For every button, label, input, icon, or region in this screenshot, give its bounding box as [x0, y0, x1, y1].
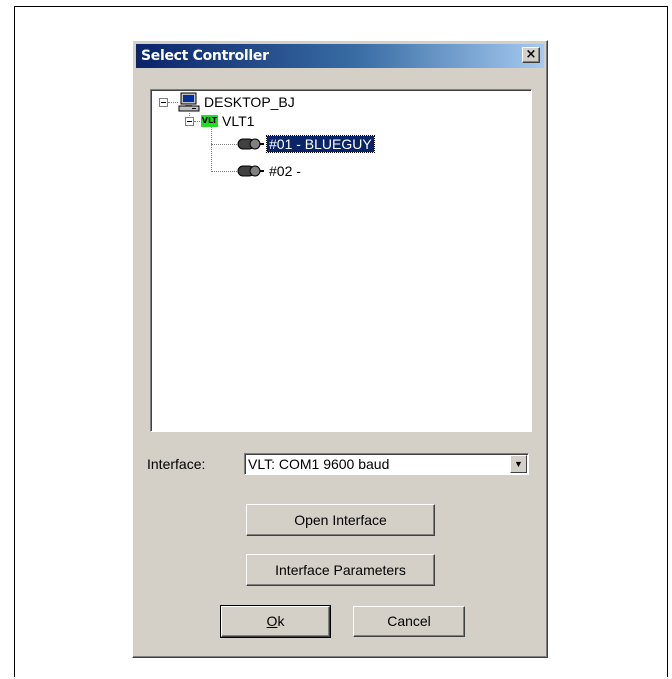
controller-icon — [237, 138, 264, 150]
chevron-down-icon[interactable]: ▼ — [510, 455, 527, 473]
select-controller-dialog: Select Controller × DESKTOP_BJ VLT VLT1 — [132, 40, 548, 658]
tree-line — [211, 144, 237, 145]
cancel-button[interactable]: Cancel — [353, 606, 465, 637]
open-interface-button[interactable]: Open Interface — [246, 504, 435, 536]
title-bar[interactable]: Select Controller × — [136, 44, 544, 68]
vlt-icon: VLT — [201, 115, 218, 127]
window-title: Select Controller — [141, 48, 269, 64]
ok-mnemonic: O — [266, 613, 278, 629]
collapse-root-icon[interactable] — [159, 98, 168, 107]
collapse-vlt1-icon[interactable] — [185, 117, 194, 126]
close-button[interactable]: × — [522, 47, 540, 63]
computer-icon — [178, 92, 200, 112]
tree-item-01[interactable]: #01 - BLUEGUY — [266, 135, 375, 153]
tree-line — [211, 171, 237, 172]
interface-select-value: VLT: COM1 9600 baud — [248, 456, 390, 472]
close-icon: × — [525, 47, 537, 62]
controller-tree[interactable]: DESKTOP_BJ VLT VLT1 #01 - BLUEGUY #02 - — [150, 89, 532, 432]
tree-root-label[interactable]: DESKTOP_BJ — [204, 94, 295, 110]
ok-label-rest: k — [277, 613, 285, 629]
ok-button[interactable]: Ok — [220, 605, 331, 638]
open-interface-label: Open Interface — [294, 512, 387, 528]
tree-item-02[interactable]: #02 - — [269, 163, 301, 179]
interface-parameters-button[interactable]: Interface Parameters — [246, 554, 435, 586]
ok-label: Ok — [267, 607, 285, 636]
interface-label: Interface: — [147, 456, 206, 472]
interface-parameters-label: Interface Parameters — [275, 562, 406, 578]
tree-line — [168, 102, 178, 103]
interface-select[interactable]: VLT: COM1 9600 baud ▼ — [244, 453, 529, 475]
tree-line — [211, 127, 212, 172]
cancel-label: Cancel — [387, 613, 431, 629]
controller-icon — [237, 165, 264, 177]
tree-group-label[interactable]: VLT1 — [222, 113, 254, 129]
